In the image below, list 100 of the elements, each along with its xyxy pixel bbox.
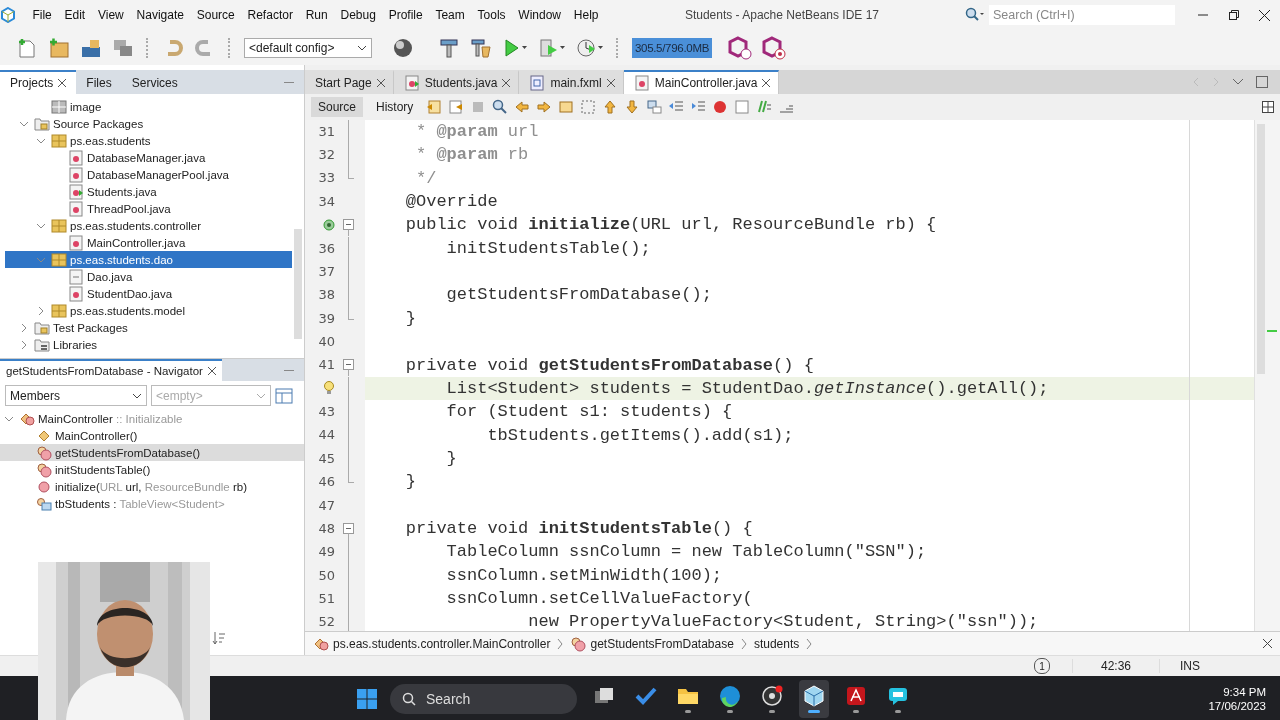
tree-item[interactable]: MainController.java	[5, 234, 292, 251]
memory-meter[interactable]: 305.5/796.0MB	[632, 37, 712, 58]
dashed-selection-icon[interactable]	[580, 98, 597, 115]
tree-item[interactable]: ps.eas.students.controller	[5, 217, 292, 234]
tree-item[interactable]: Students.java	[5, 183, 292, 200]
close-icon[interactable]	[502, 78, 511, 87]
menu-item[interactable]: Tools	[471, 8, 512, 22]
view-tab[interactable]: Source	[311, 96, 364, 117]
editor-tab[interactable]: Start Page	[305, 70, 394, 94]
previous-bookmark-icon[interactable]	[602, 98, 619, 115]
back-history-icon[interactable]	[426, 98, 443, 115]
taskbar-app[interactable]	[799, 679, 829, 718]
navigator-item[interactable]: getStudentsFromDatabase()	[0, 444, 304, 461]
find-previous-icon[interactable]	[514, 98, 531, 115]
pause-profiler-button[interactable]	[728, 34, 752, 61]
breadcrumb-item[interactable]: getStudentsFromDatabase	[570, 635, 734, 652]
chevron-down-icon[interactable]	[1232, 77, 1244, 86]
menu-item[interactable]: Run	[299, 8, 335, 22]
field-icon	[36, 495, 52, 512]
menu-item[interactable]: Window	[511, 8, 568, 22]
notification-badge[interactable]: 1	[1033, 658, 1050, 674]
tree-item[interactable]: Dao.java	[5, 268, 292, 285]
close-icon[interactable]	[606, 78, 615, 87]
breadcrumb-item[interactable]: students	[753, 636, 800, 651]
tree-item[interactable]: ThreadPool.java	[5, 200, 292, 217]
code-line: @Override	[404, 192, 498, 211]
menu-item[interactable]: View	[91, 8, 131, 22]
folder-icon	[34, 319, 50, 336]
close-icon[interactable]	[1263, 639, 1272, 649]
menu-item[interactable]: Source	[190, 8, 242, 22]
clock-date: 17/06/2023	[1208, 699, 1266, 712]
config-dropdown[interactable]: <default config>	[244, 37, 372, 58]
tree-item[interactable]: Test Packages	[5, 319, 292, 336]
chevron-right-icon	[556, 637, 565, 650]
windows-logo-icon[interactable]	[356, 687, 378, 710]
record-macro-icon[interactable]	[712, 98, 729, 115]
search-icon[interactable]	[965, 7, 985, 23]
close-icon[interactable]	[207, 367, 216, 375]
code-line: }	[404, 308, 416, 328]
view-tab[interactable]: History	[369, 96, 421, 117]
stop-macro-icon[interactable]	[734, 98, 751, 115]
navigator-item[interactable]: initialize(URL url, ResourceBundle rb)	[0, 478, 304, 495]
menu-item[interactable]: Profile	[382, 8, 430, 22]
navigator-item[interactable]: initStudentsTable()	[0, 461, 304, 478]
scrollbar[interactable]	[294, 229, 302, 339]
hammer-broom-icon	[470, 36, 492, 59]
code-line: initStudentsTable();	[445, 238, 651, 258]
navigator-item[interactable]: MainController()	[0, 427, 304, 444]
menu-item[interactable]: File	[26, 8, 59, 22]
taskbar-search[interactable]: Search	[390, 683, 577, 714]
panel-layout-icon[interactable]	[275, 386, 293, 405]
code-line: public void initialize(URL url, ResourceBundle rb) {	[404, 215, 937, 235]
change-mark[interactable]	[1267, 329, 1277, 332]
panel-tab[interactable]: Projects	[0, 70, 77, 94]
editor-tab[interactable]: main.fxml	[519, 70, 624, 94]
stop-profiler-button[interactable]	[762, 34, 786, 61]
chevron-right-icon[interactable]	[19, 322, 29, 333]
search-field[interactable]: Search (Ctrl+I)	[989, 5, 1175, 25]
split-view-icon[interactable]	[1262, 100, 1274, 113]
panel-tab[interactable]: getStudentsFromDatabase - Navigator	[0, 359, 222, 381]
code-line: TableColumn ssnColumn = new TableColumn("SSN");	[445, 542, 927, 562]
interface-file-icon	[68, 268, 84, 285]
panel-tab[interactable]: Files	[76, 70, 122, 94]
find-next-icon[interactable]	[536, 98, 553, 115]
navigator-item[interactable]: MainController :: Initializable	[0, 410, 304, 427]
chevron-right-icon[interactable]	[36, 305, 46, 316]
tree-item[interactable]: ps.eas.students.model	[5, 302, 292, 319]
close-icon[interactable]	[762, 78, 771, 87]
editor-tab[interactable]: Students.java	[393, 70, 520, 94]
tree-item[interactable]: Libraries	[5, 336, 292, 353]
menu-item[interactable]: Edit	[58, 8, 92, 22]
tree-item[interactable]: image	[5, 98, 292, 115]
breadcrumb-item[interactable]: ps.eas.students.controller.MainController	[313, 635, 551, 652]
tree-item[interactable]: ps.eas.students.dao	[5, 251, 292, 268]
toggle-bookmark-icon[interactable]	[646, 98, 663, 115]
tree-item[interactable]: StudentDao.java	[5, 285, 292, 302]
forward-history-icon[interactable]	[448, 98, 465, 115]
members-dropdown[interactable]: Members	[5, 385, 147, 406]
close-icon[interactable]	[376, 78, 385, 87]
navigator-item[interactable]: tbStudents : TableView<Student>	[0, 495, 304, 512]
editor-tab[interactable]: MainController.java	[623, 70, 780, 94]
magnifier-icon[interactable]	[492, 98, 509, 115]
new-file-icon	[16, 36, 38, 59]
menu-item[interactable]: Debug	[334, 8, 383, 22]
menu-item[interactable]: Team	[429, 8, 472, 22]
maximize-icon[interactable]	[1256, 75, 1268, 88]
menu-item[interactable]: Help	[567, 8, 605, 22]
tree-item[interactable]: Source Packages	[5, 115, 292, 132]
sort-icon[interactable]	[212, 631, 226, 645]
menu-item[interactable]: Refactor	[241, 8, 300, 22]
tree-item[interactable]: ps.eas.students	[5, 132, 292, 149]
close-icon[interactable]	[58, 79, 67, 87]
menu-item[interactable]: Navigate	[130, 8, 191, 22]
panel-tab[interactable]: Services	[121, 70, 188, 94]
chevron-right-icon[interactable]	[19, 339, 29, 350]
next-bookmark-icon[interactable]	[624, 98, 641, 115]
tree-item[interactable]: DatabaseManager.java	[5, 149, 292, 166]
tree-item[interactable]: DatabaseManagerPool.java	[5, 166, 292, 183]
comment-icon[interactable]	[756, 98, 773, 115]
find-selection-icon[interactable]	[558, 98, 575, 115]
